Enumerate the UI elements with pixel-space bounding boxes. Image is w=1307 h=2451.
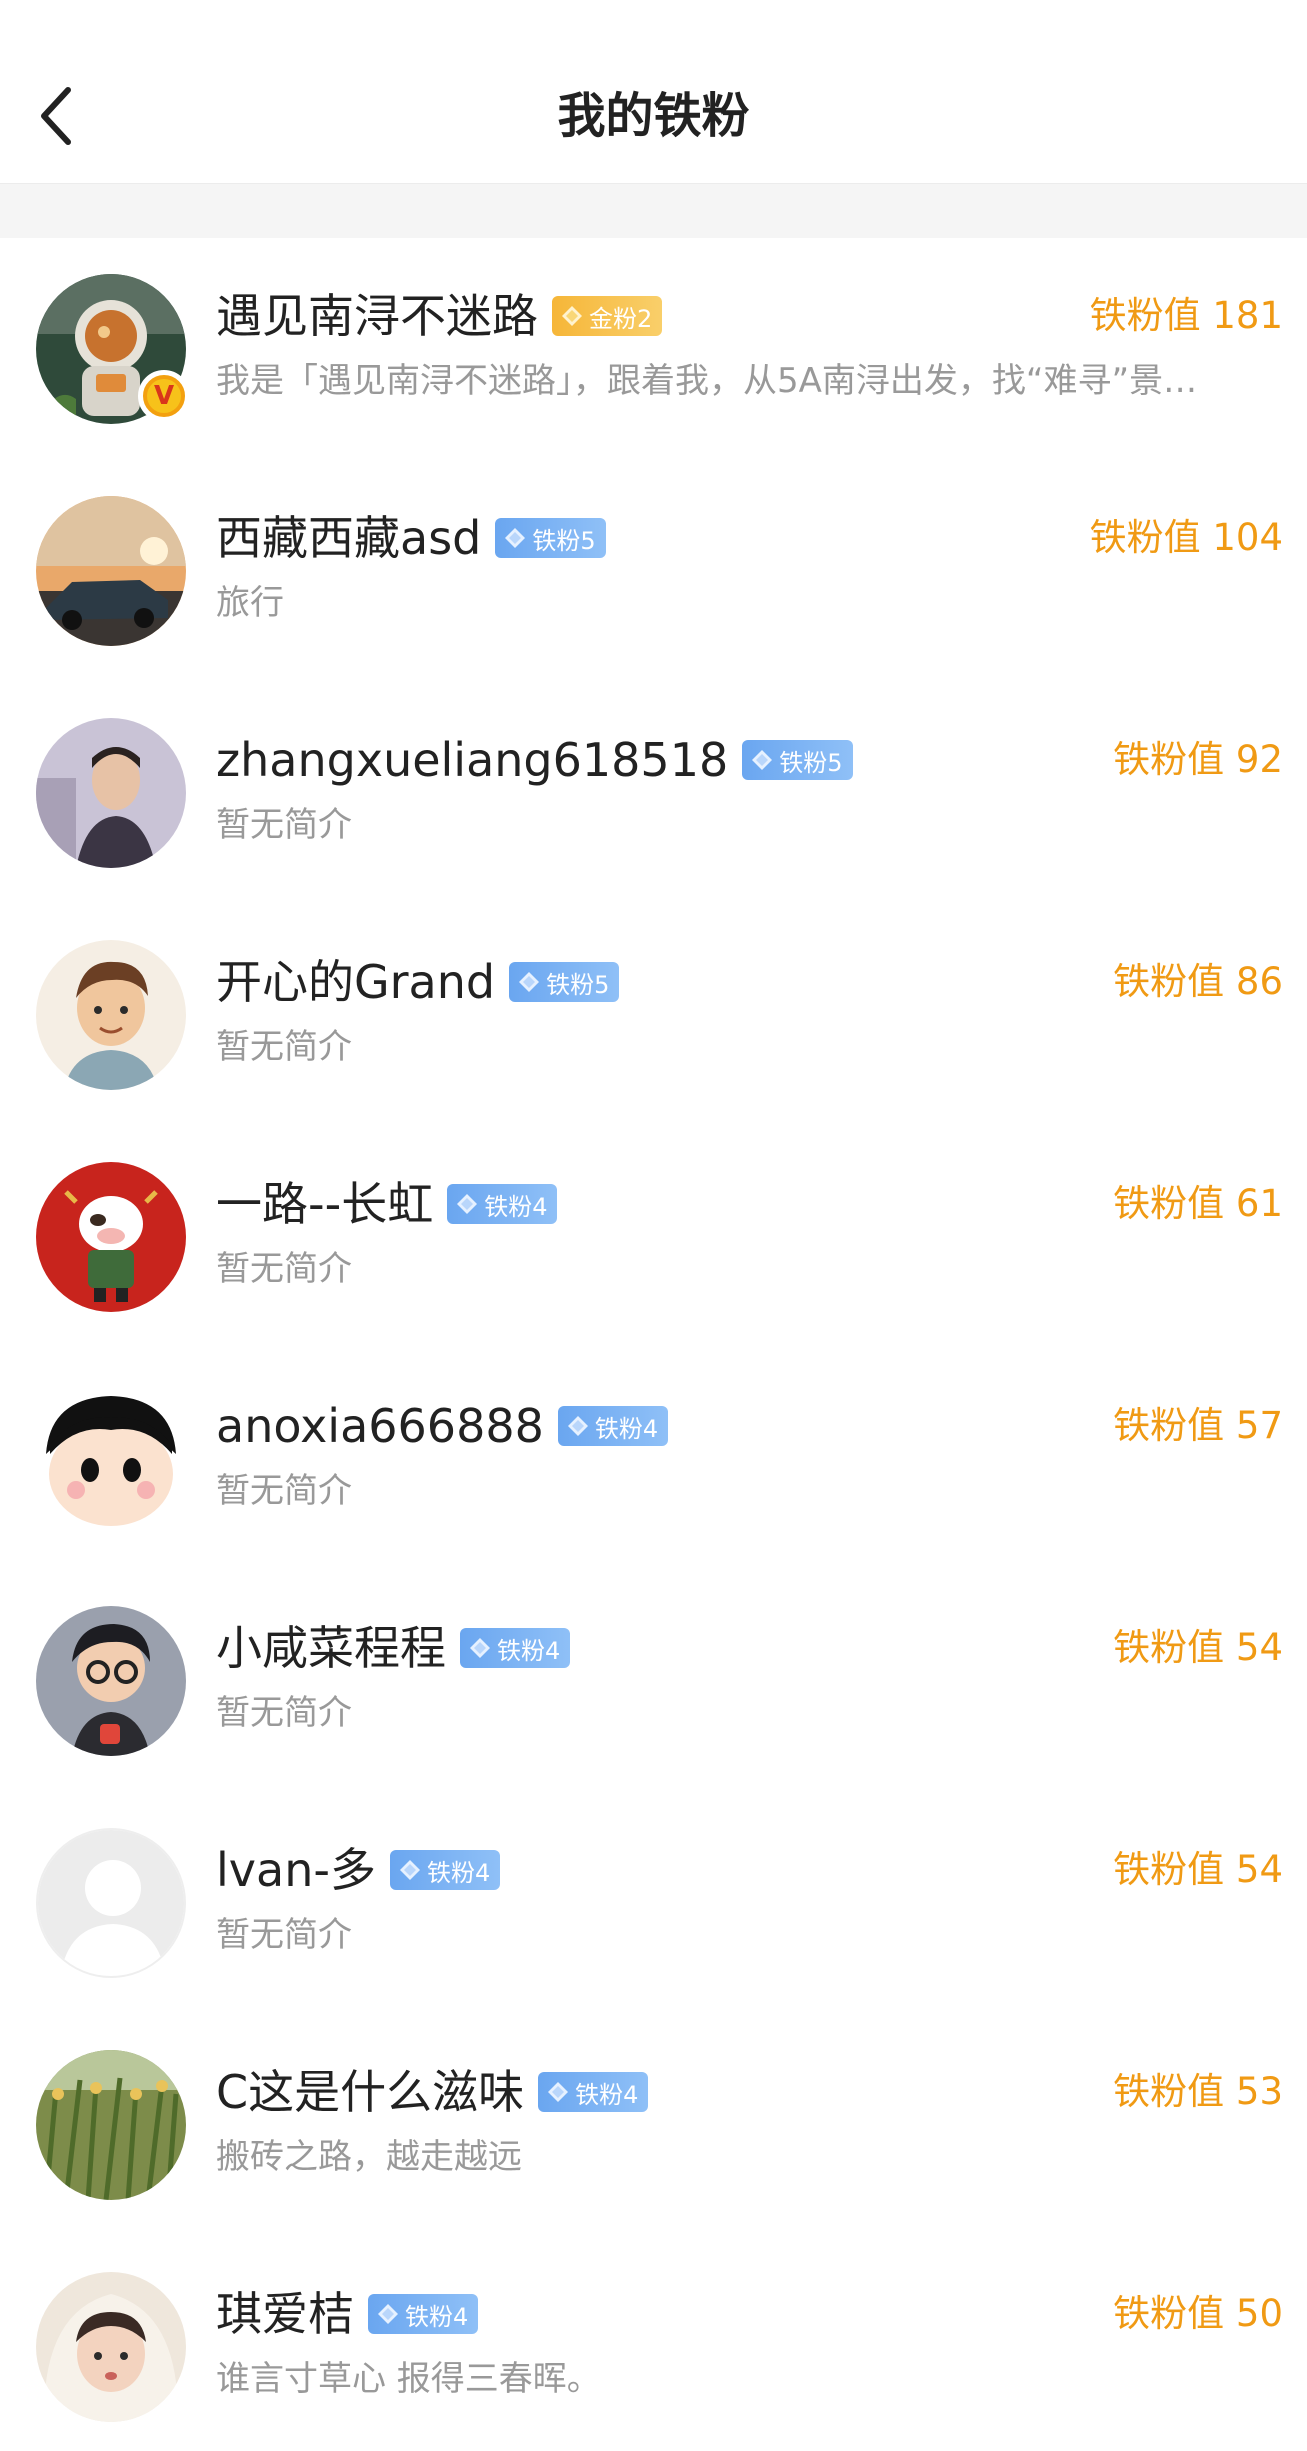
fan-value: 铁粉值 50 <box>1113 2292 1283 2335</box>
verified-badge-icon: V <box>138 370 190 422</box>
fan-level-label: 铁粉4 <box>426 1858 491 1887</box>
user-name[interactable]: 西藏西藏asd <box>216 502 481 574</box>
fan-list-item[interactable]: V 遇见南浔不迷路 金粉2 我是「遇见南浔不迷路」，跟着我，从5A南浔出发，找“… <box>0 238 1307 460</box>
fan-list-item[interactable]: 西藏西藏asd 铁粉5 旅行 铁粉值 104 <box>0 460 1307 682</box>
user-name[interactable]: anoxia666888 <box>216 1390 544 1462</box>
fan-level-badge: 铁粉5 <box>495 518 606 558</box>
avatar[interactable] <box>36 1384 186 1534</box>
user-bio: 暂无简介 <box>216 1693 352 1733</box>
diamond-icon <box>752 750 773 770</box>
user-bio: 我是「遇见南浔不迷路」，跟着我，从5A南浔出发，找“难寻”景… <box>216 361 1198 401</box>
avatar[interactable] <box>36 718 186 868</box>
fan-level-label: 铁粉5 <box>779 748 843 777</box>
fan-value: 铁粉值 104 <box>1089 516 1283 559</box>
fans-page: 我的铁粉 V 遇见南浔不迷路 金粉2 我是「遇见南浔不迷路」，跟着我，从5A南浔… <box>0 0 1307 2451</box>
fan-list-item[interactable]: lvan-多 铁粉4 暂无简介 铁粉值 54 <box>0 1792 1307 2014</box>
fan-list-item[interactable]: 一路--长虹 铁粉4 暂无简介 铁粉值 61 <box>0 1126 1307 1348</box>
name-line: 遇见南浔不迷路 金粉2 <box>216 280 663 352</box>
fan-value: 铁粉值 181 <box>1089 294 1283 337</box>
avatar[interactable] <box>36 2050 186 2200</box>
fan-value: 铁粉值 61 <box>1113 1182 1283 1225</box>
name-line: 琪爱桔 铁粉4 <box>216 2278 479 2350</box>
fan-level-badge: 铁粉5 <box>509 962 620 1002</box>
avatar[interactable] <box>36 1828 186 1978</box>
name-line: 一路--长虹 铁粉4 <box>216 1168 558 1240</box>
avatar[interactable] <box>36 940 186 1090</box>
fan-level-badge: 铁粉5 <box>742 740 853 780</box>
fan-value: 铁粉值 53 <box>1113 2070 1283 2113</box>
fan-value: 铁粉值 86 <box>1113 960 1283 1003</box>
fan-value: 铁粉值 54 <box>1113 1626 1283 1669</box>
fan-value: 铁粉值 57 <box>1113 1404 1283 1447</box>
avatar[interactable] <box>36 1162 186 1312</box>
fan-level-label: 铁粉4 <box>575 2080 639 2109</box>
fan-level-badge: 铁粉4 <box>557 1406 669 1446</box>
user-bio: 暂无简介 <box>216 1027 352 1067</box>
fan-level-badge: 铁粉4 <box>368 2294 479 2334</box>
fan-list: V 遇见南浔不迷路 金粉2 我是「遇见南浔不迷路」，跟着我，从5A南浔出发，找“… <box>0 238 1307 2451</box>
user-name[interactable]: 琪爱桔 <box>216 2278 354 2350</box>
fan-list-item[interactable]: 小咸菜程程 铁粉4 暂无简介 铁粉值 54 <box>0 1570 1307 1792</box>
user-bio: 谁言寸草心 报得三春晖。 <box>216 2359 601 2399</box>
diamond-icon <box>399 1860 420 1880</box>
fan-level-badge: 铁粉4 <box>447 1184 558 1224</box>
fan-level-label: 铁粉4 <box>594 1414 659 1443</box>
user-name[interactable]: 一路--长虹 <box>216 1168 433 1240</box>
user-name[interactable]: 小咸菜程程 <box>216 1612 446 1684</box>
fan-list-item[interactable]: C这是什么滋味 铁粉4 搬砖之路，越走越远 铁粉值 53 <box>0 2014 1307 2236</box>
name-line: C这是什么滋味 铁粉4 <box>216 2056 649 2128</box>
fan-list-item[interactable]: zhangxueliang618518 铁粉5 暂无简介 铁粉值 92 <box>0 682 1307 904</box>
diamond-icon <box>562 306 582 326</box>
name-line: 开心的Grand 铁粉5 <box>216 946 620 1018</box>
top-nav-bar: 我的铁粉 <box>0 0 1307 184</box>
avatar[interactable] <box>36 1606 186 1756</box>
fan-level-badge: 铁粉4 <box>538 2072 649 2112</box>
user-name[interactable]: zhangxueliang618518 <box>216 724 728 796</box>
user-name[interactable]: lvan-多 <box>216 1834 376 1906</box>
user-name[interactable]: C这是什么滋味 <box>216 2056 524 2128</box>
user-bio: 暂无简介 <box>216 1249 352 1289</box>
diamond-icon <box>470 1638 490 1658</box>
diamond-icon <box>505 528 526 548</box>
name-line: 小咸菜程程 铁粉4 <box>216 1612 571 1684</box>
name-line: lvan-多 铁粉4 <box>216 1834 501 1906</box>
diamond-icon <box>378 2304 398 2324</box>
user-name[interactable]: 开心的Grand <box>216 946 495 1018</box>
fan-value: 铁粉值 92 <box>1113 738 1283 781</box>
diamond-icon <box>567 1416 588 1436</box>
diamond-icon <box>519 972 540 992</box>
fan-level-label: 铁粉4 <box>405 2302 469 2331</box>
name-line: zhangxueliang618518 铁粉5 <box>216 724 853 796</box>
avatar[interactable] <box>36 2272 186 2422</box>
user-name[interactable]: 遇见南浔不迷路 <box>216 280 538 352</box>
fan-list-item[interactable]: 琪爱桔 铁粉4 谁言寸草心 报得三春晖。 铁粉值 50 <box>0 2236 1307 2451</box>
fan-value: 铁粉值 54 <box>1113 1848 1283 1891</box>
fan-level-label: 铁粉4 <box>497 1636 561 1665</box>
page-title: 我的铁粉 <box>557 88 750 144</box>
diamond-icon <box>548 2082 569 2102</box>
fan-level-label: 铁粉5 <box>546 970 610 999</box>
fan-list-item[interactable]: anoxia666888 铁粉4 暂无简介 铁粉值 57 <box>0 1348 1307 1570</box>
user-bio: 暂无简介 <box>216 1471 352 1511</box>
fan-level-label: 铁粉5 <box>532 526 596 555</box>
fan-level-label: 铁粉4 <box>484 1192 548 1221</box>
fan-level-badge: 金粉2 <box>552 296 663 336</box>
user-bio: 暂无简介 <box>216 1915 352 1955</box>
section-divider <box>0 184 1307 238</box>
name-line: anoxia666888 铁粉4 <box>216 1390 669 1462</box>
avatar[interactable] <box>36 496 186 646</box>
fan-level-badge: 铁粉4 <box>460 1628 571 1668</box>
diamond-icon <box>457 1194 478 1214</box>
name-line: 西藏西藏asd 铁粉5 <box>216 502 606 574</box>
user-bio: 旅行 <box>216 583 284 623</box>
user-bio: 搬砖之路，越走越远 <box>216 2137 522 2177</box>
fan-level-badge: 铁粉4 <box>389 1850 501 1890</box>
fan-level-label: 金粉2 <box>589 304 653 333</box>
fan-list-item[interactable]: 开心的Grand 铁粉5 暂无简介 铁粉值 86 <box>0 904 1307 1126</box>
user-bio: 暂无简介 <box>216 805 352 845</box>
